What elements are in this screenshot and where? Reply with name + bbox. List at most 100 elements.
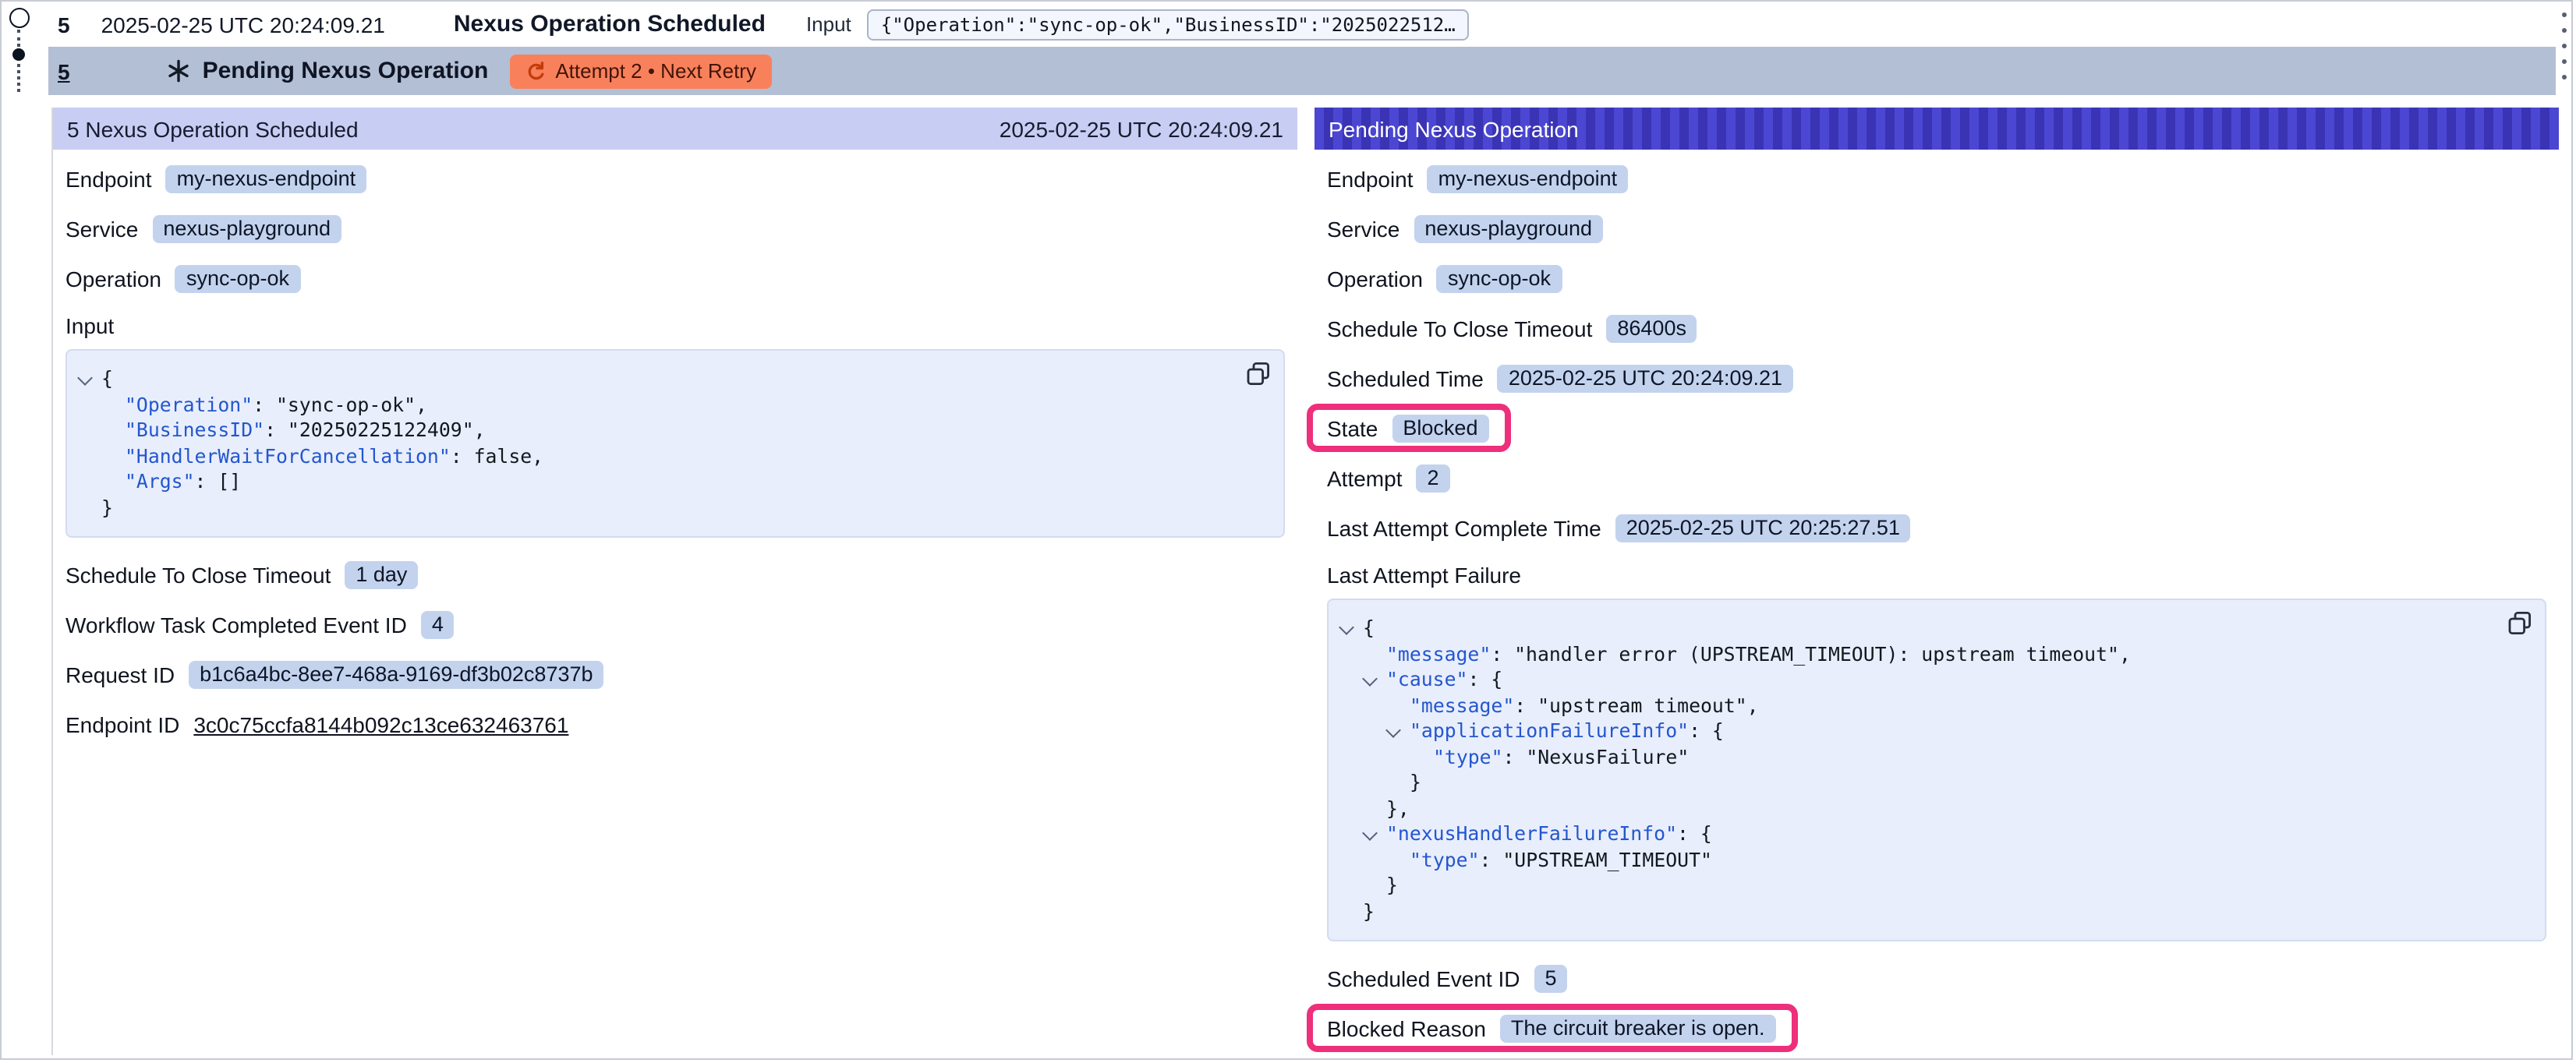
field-value-chip: The circuit breaker is open. [1500,1014,1776,1042]
field-value-chip: sync-op-ok [1437,264,1562,292]
json-code: {"Operation": "sync-op-ok","BusinessID":… [76,366,1240,521]
panel-header-title: Pending Nexus Operation [1329,116,1579,141]
field-service: Servicenexus-playground [65,214,341,243]
json-line: } [1338,770,2501,796]
field-label: Endpoint ID [65,712,179,736]
panel-header-timestamp: 2025-02-25 UTC 20:24:09.21 [1000,116,1283,141]
timeline-dotted-line [17,30,20,47]
json-line: "HandlerWaitForCancellation": false, [76,443,1240,469]
retry-icon [525,61,546,81]
collapse-chevron-icon[interactable] [1385,722,1401,738]
field-group: Endpoint my-nexus-endpoint Service nexus-pl… [1327,164,2546,542]
field-value-chip: my-nexus-endpoint [1428,164,1629,192]
failure-json-viewer: {"message": "handler error (UPSTREAM_TIM… [1327,599,2546,941]
json-line: } [76,495,1240,521]
event-id-link[interactable]: 5 [58,58,70,83]
field-label: Attempt [1327,465,1403,490]
event-history-view: 5 2025-02-25 UTC 20:24:09.21 Nexus Opera… [0,0,2573,1060]
event-id-link[interactable]: 5 [58,12,70,37]
field-blocked-reason: Blocked Reason The circuit breaker is ope… [1307,1004,1798,1052]
collapse-chevron-icon[interactable] [1362,825,1378,841]
input-preview-chip[interactable]: {"Operation":"sync-op-ok","BusinessID":"… [867,9,1470,40]
panel-header: 5 Nexus Operation Scheduled 2025-02-25 U… [53,108,1297,150]
json-line: "type": "UPSTREAM_TIMEOUT" [1338,847,2501,873]
field-value-chip: 86400s [1606,314,1697,342]
field-scheduled-event-id: Scheduled Event ID 5 [1327,963,1568,993]
json-line: "applicationFailureInfo": { [1338,719,2501,744]
json-line: }, [1338,796,2501,821]
field-value-chip: 4 [421,610,455,638]
field-group: Scheduled Event ID 5 Blocked Reason The cir… [1327,963,2546,1052]
json-line: } [1338,873,2501,899]
panel-body: Endpoint my-nexus-endpoint Servicenexus-pl… [53,150,1297,739]
retry-badge-label: Attempt 2 • Next Retry [555,59,756,83]
field-state: StateBlocked [1307,404,1510,452]
field-value-chip: 5 [1534,964,1568,992]
field-value-chip: 2025-02-25 UTC 20:25:27.51 [1615,514,1911,542]
timeline-rail [2,2,45,111]
input-section-label: Input [65,313,1285,338]
event-row-nexus-operation-scheduled[interactable]: 5 2025-02-25 UTC 20:24:09.21 Nexus Opera… [48,3,2549,45]
field-value-chip: 1 day [345,560,418,588]
field-operation: Operationsync-op-ok [1327,263,1562,293]
json-line: "type": "NexusFailure" [1338,744,2501,770]
field-label: Last Attempt Complete Time [1327,515,1601,540]
json-line: "message": "upstream timeout", [1338,693,2501,719]
json-line: { [1338,616,2501,641]
collapse-chevron-icon[interactable] [77,370,93,386]
panel-header-title: 5 Nexus Operation Scheduled [67,116,359,141]
field-label: Endpoint [1327,166,1414,191]
field-value-chip: sync-op-ok [175,264,300,292]
json-line: "BusinessID": "20250225122409", [76,418,1240,443]
copy-icon [1246,362,1271,387]
field-label: Service [65,216,138,241]
field-value-chip: nexus-playground [1414,214,1603,242]
field-schedule-to-close-timeout: Schedule To Close Timeout 86400s [1327,313,1697,343]
field-attempt: Attempt2 [1327,463,1450,493]
field-label: Service [1327,216,1399,241]
panel-header: Pending Nexus Operation [1315,108,2559,150]
field-label: Request ID [65,662,175,687]
panel-pending-nexus-operation: Pending Nexus Operation Endpoint my-nexus… [1315,108,2559,1055]
copy-icon [2507,611,2532,636]
field-service: Service nexus-playground [1327,214,1603,243]
timeline-circle-icon [9,8,30,28]
timeline-dot-icon [12,48,25,61]
field-request-id: Request ID b1c6a4bc-8ee7-468a-9169-df3b02… [65,659,604,689]
last-attempt-failure-label: Last Attempt Failure [1327,563,2546,588]
json-line: "message": "handler error (UPSTREAM_TIME… [1338,641,2501,667]
copy-button[interactable] [2507,611,2532,636]
field-label: State [1327,415,1378,440]
field-value-chip: b1c6a4bc-8ee7-468a-9169-df3b02c8737b [189,660,603,688]
event-timestamp: 2025-02-25 UTC 20:24:09.21 [101,12,385,37]
pending-operation-asterisk-icon [167,59,190,83]
json-line: "Args": [] [76,469,1240,495]
field-value-link[interactable]: 3c0c75ccfa8144b092c13ce632463761 [193,712,568,736]
json-line: } [1338,899,2501,924]
field-last-attempt-complete-time: Last Attempt Complete Time 2025-02-25 UTC… [1327,513,1911,542]
field-label: Endpoint [65,166,152,191]
field-endpoint: Endpoint my-nexus-endpoint [1327,164,1628,193]
scrollbar[interactable] [2562,12,2567,79]
field-label: Schedule To Close Timeout [1327,316,1592,341]
collapse-chevron-icon[interactable] [1339,620,1354,635]
field-value-chip: 2025-02-25 UTC 20:24:09.21 [1498,364,1793,392]
input-label: Input [806,12,851,36]
copy-button[interactable] [1246,362,1271,387]
field-label: Operation [65,266,161,291]
timeline-dotted-line [17,64,20,92]
field-scheduled-time: Scheduled Time 2025-02-25 UTC 20:24:09.21 [1327,363,1793,393]
event-detail-panels: 5 Nexus Operation Scheduled 2025-02-25 U… [51,108,2559,1055]
panel-nexus-operation-scheduled: 5 Nexus Operation Scheduled 2025-02-25 U… [53,108,1297,1055]
collapse-chevron-icon[interactable] [1362,671,1378,687]
field-label: Scheduled Event ID [1327,966,1520,991]
panel-body: Endpoint my-nexus-endpoint Service nexus-pl… [1315,150,2559,1052]
field-label: Blocked Reason [1327,1015,1486,1040]
field-value-chip: my-nexus-endpoint [166,164,367,192]
field-label: Scheduled Time [1327,366,1484,390]
field-operation: Operation sync-op-ok [65,263,300,293]
json-line: "nexusHandlerFailureInfo": { [1338,821,2501,847]
pending-nexus-operation-row[interactable]: 5 Pending Nexus Operation Attempt 2 • Ne… [48,47,2556,95]
json-line: "Operation": "sync-op-ok", [76,392,1240,418]
field-group: Schedule To Close Timeout1 dayWorkflow T… [65,560,1285,739]
